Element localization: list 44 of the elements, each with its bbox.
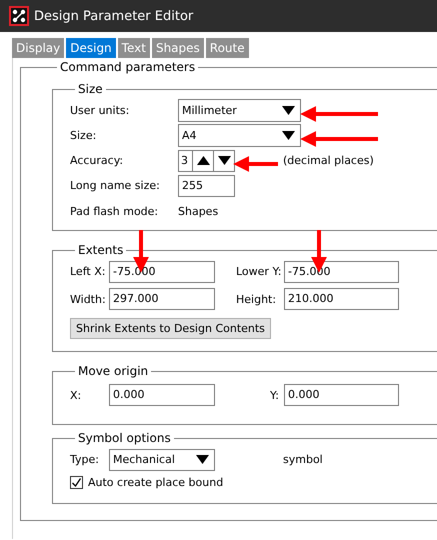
checkbox[interactable] xyxy=(70,476,83,489)
arrow xyxy=(233,156,278,172)
input-field[interactable]: 0.000 xyxy=(109,384,215,406)
field-label: X: xyxy=(70,388,82,402)
input-field[interactable]: -75.000 xyxy=(109,260,215,282)
input-field[interactable]: 0.000 xyxy=(284,384,399,406)
field-label: Width: xyxy=(70,292,107,306)
down-triangle-icon xyxy=(218,156,230,165)
caret-icon xyxy=(196,455,209,464)
group-title: Command parameters xyxy=(59,60,196,74)
group-title: Move origin xyxy=(77,364,150,378)
caret-icon xyxy=(282,131,295,140)
dropdown[interactable]: Millimeter xyxy=(178,99,301,122)
group-title: Symbol options xyxy=(77,431,172,445)
shrink-button[interactable]: Shrink Extents to Design Contents xyxy=(70,318,271,338)
tab[interactable]: Design xyxy=(66,38,116,58)
input-field[interactable]: 297.000 xyxy=(109,288,215,310)
field-label: Accuracy: xyxy=(70,154,124,167)
dropdown[interactable]: Mechanical xyxy=(109,448,215,470)
increment-button[interactable] xyxy=(193,150,214,172)
field-label: Lower Y: xyxy=(236,265,282,278)
up-triangle-icon xyxy=(196,156,210,165)
field-label: Type: xyxy=(70,453,100,466)
checkbox-label: Auto create place bound xyxy=(88,476,224,489)
group-title: Size xyxy=(77,82,104,96)
caret-icon xyxy=(282,106,295,115)
value-text: Shapes xyxy=(178,204,218,218)
decrement-button[interactable] xyxy=(214,150,235,172)
app-icon xyxy=(9,6,29,26)
field-label: Left X: xyxy=(70,265,106,278)
input-field[interactable]: 255 xyxy=(178,174,235,196)
value-text: symbol xyxy=(283,453,323,466)
field-label: Pad flash mode: xyxy=(70,204,160,218)
field-label: User units: xyxy=(70,104,130,117)
input-field[interactable]: 210.000 xyxy=(284,288,399,310)
field-label: Long name size: xyxy=(70,179,161,192)
window-title: Design Parameter Editor xyxy=(34,8,194,24)
value-text: (decimal places) xyxy=(283,154,374,167)
field-label: Size: xyxy=(70,129,98,142)
number-field[interactable]: 3 xyxy=(178,150,193,172)
group-title: Extents xyxy=(77,243,124,257)
dropdown[interactable]: A4 xyxy=(178,124,301,147)
field-label: Height: xyxy=(236,292,278,306)
field-label: Y: xyxy=(270,388,280,402)
